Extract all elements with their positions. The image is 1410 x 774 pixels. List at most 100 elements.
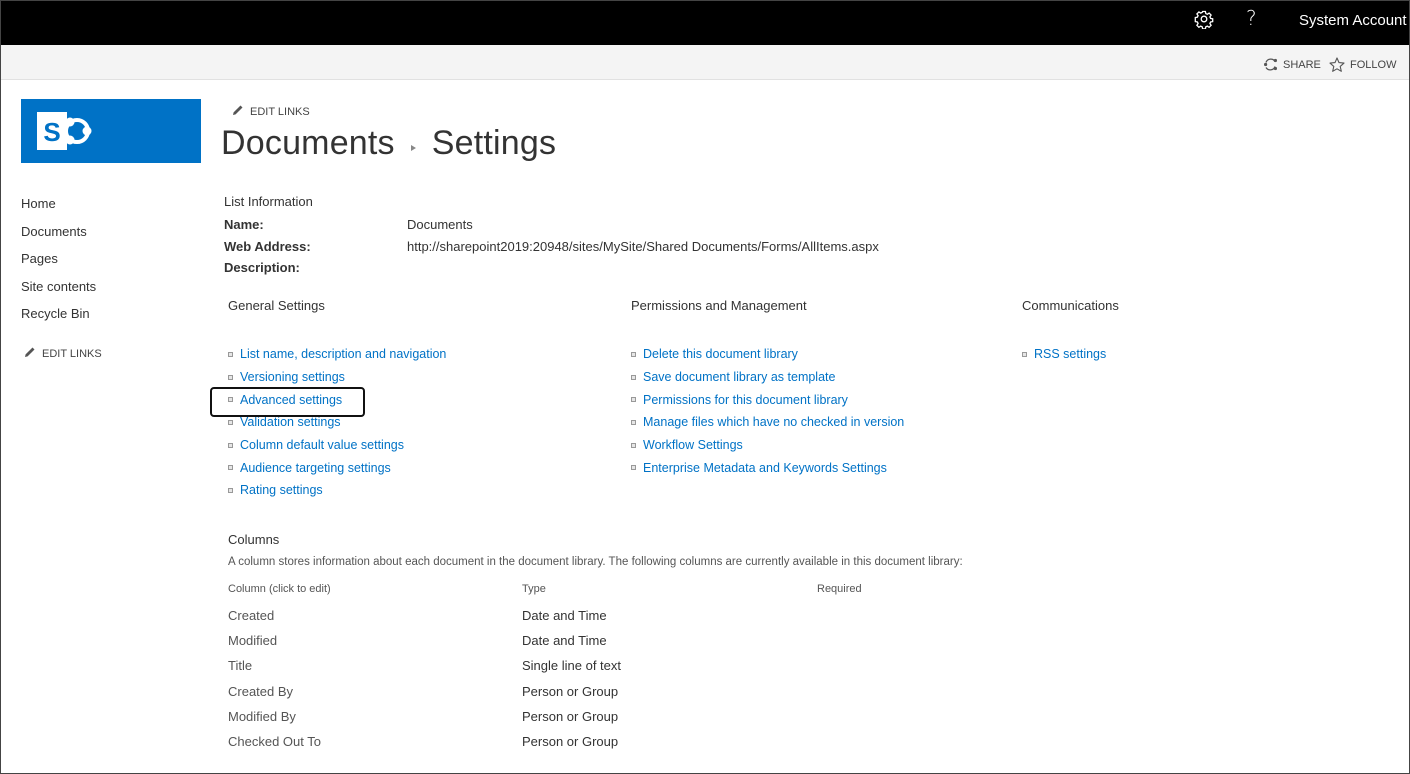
columns-heading: Columns — [228, 532, 280, 547]
web-address-value: http://sharepoint2019:20948/sites/MySite… — [407, 238, 879, 254]
column-name-link[interactable]: Created By — [228, 684, 293, 699]
column-header-required: Required — [817, 583, 862, 595]
link-list-name-description-navigation[interactable]: List name, description and navigation — [240, 347, 446, 361]
columns-description: A column stores information about each d… — [228, 556, 963, 568]
column-name-link[interactable]: Title — [228, 658, 252, 673]
bullet-icon — [1022, 351, 1027, 357]
settings-gear-icon[interactable] — [1194, 9, 1214, 30]
column-name-link[interactable]: Modified — [228, 633, 277, 648]
list-item: Column default value settings — [228, 437, 446, 460]
column-type: Date and Time — [522, 633, 607, 649]
site-logo[interactable]: S — [21, 99, 201, 163]
nav-item-pages[interactable]: Pages — [21, 250, 96, 278]
general-settings-heading: General Settings — [228, 298, 325, 313]
column-type: Date and Time — [522, 608, 607, 623]
quick-launch-nav: Home Documents Pages Site contents Recyc… — [21, 195, 96, 333]
list-item: Save document library as template — [631, 369, 904, 392]
permissions-management-heading: Permissions and Management — [631, 298, 807, 313]
list-item: Manage files which have no checked in ve… — [631, 414, 904, 437]
bullet-icon — [228, 374, 233, 380]
bullet-icon — [228, 487, 233, 493]
table-row: Checked Out To Person or Group — [228, 734, 988, 759]
link-workflow-settings[interactable]: Workflow Settings — [643, 438, 743, 452]
sharepoint-logo-icon: S — [37, 112, 92, 150]
column-header-type: Type — [522, 583, 546, 595]
bullet-icon — [228, 419, 233, 425]
link-rating-settings[interactable]: Rating settings — [240, 483, 323, 497]
list-information-heading: List Information — [224, 194, 313, 209]
link-delete-document-library[interactable]: Delete this document library — [643, 347, 798, 361]
link-audience-targeting-settings[interactable]: Audience targeting settings — [240, 461, 391, 475]
list-item: Permissions for this document library — [631, 391, 904, 414]
bullet-icon — [228, 351, 233, 357]
column-type: Person or Group — [522, 708, 619, 724]
follow-button[interactable]: FOLLOW — [1329, 57, 1396, 72]
bullet-icon — [228, 442, 233, 448]
link-enterprise-metadata-keywords[interactable]: Enterprise Metadata and Keywords Setting… — [643, 461, 887, 475]
breadcrumb-current-page: Settings — [431, 124, 557, 162]
table-row: Created Date and Time — [228, 608, 988, 633]
suite-bar: ? System Account — [0, 0, 1410, 45]
bullet-icon — [631, 465, 636, 471]
column-name-link[interactable]: Modified By — [228, 709, 296, 724]
breadcrumb-library[interactable]: Documents — [221, 124, 395, 163]
bullet-icon — [631, 442, 636, 448]
columns-table: Column (click to edit) Type Required Cre… — [228, 583, 988, 759]
column-name-link[interactable]: Created — [228, 608, 274, 623]
share-icon — [1263, 57, 1278, 72]
nav-item-site-contents[interactable]: Site contents — [21, 278, 96, 306]
list-item: Delete this document library — [631, 346, 904, 369]
share-label: SHARE — [1283, 58, 1321, 71]
nav-item-home[interactable]: Home — [21, 195, 96, 223]
svg-text:S: S — [43, 117, 60, 147]
help-icon[interactable]: ? — [1246, 6, 1257, 30]
link-column-default-value-settings[interactable]: Column default value settings — [240, 438, 404, 452]
nav-item-documents[interactable]: Documents — [21, 223, 96, 251]
columns-table-header: Column (click to edit) Type Required — [228, 583, 988, 608]
bullet-icon — [228, 465, 233, 471]
account-name[interactable]: System Account — [1299, 12, 1407, 29]
link-save-as-template[interactable]: Save document library as template — [643, 370, 835, 384]
info-row-description: Description: — [224, 260, 313, 282]
table-row: Created By Person or Group — [228, 684, 988, 709]
edit-links-label: EDIT LINKS — [250, 105, 310, 118]
name-value: Documents — [407, 217, 473, 232]
link-rss-settings[interactable]: RSS settings — [1034, 347, 1106, 361]
column-type: Single line of text — [522, 658, 622, 674]
edit-links-label: EDIT LINKS — [42, 347, 102, 360]
list-item: Validation settings — [228, 414, 446, 437]
bullet-icon — [631, 419, 636, 425]
edit-links-top[interactable]: EDIT LINKS — [232, 104, 310, 119]
link-manage-unchecked-files[interactable]: Manage files which have no checked in ve… — [643, 415, 904, 429]
list-item: Workflow Settings — [631, 437, 904, 460]
link-permissions[interactable]: Permissions for this document library — [643, 393, 848, 407]
list-information: List Information Name: Documents Web Add… — [224, 194, 879, 282]
nav-item-recycle-bin[interactable]: Recycle Bin — [21, 305, 96, 333]
ribbon-bar: SHARE FOLLOW — [1, 45, 1409, 80]
table-row: Modified By Person or Group — [228, 709, 988, 734]
star-icon — [1329, 57, 1345, 72]
web-address-label: Web Address: — [224, 238, 311, 254]
column-name-link[interactable]: Checked Out To — [228, 734, 321, 749]
follow-label: FOLLOW — [1350, 58, 1397, 71]
edit-links-nav[interactable]: EDIT LINKS — [24, 346, 102, 361]
list-item: List name, description and navigation — [228, 346, 446, 369]
link-versioning-settings[interactable]: Versioning settings — [240, 370, 345, 384]
communications-section: Communications RSS settings — [1022, 298, 1119, 369]
columns-section: Columns A column stores information abou… — [228, 532, 988, 759]
bullet-icon — [631, 397, 636, 403]
share-button[interactable]: SHARE — [1263, 57, 1321, 72]
bullet-icon — [631, 351, 636, 357]
communications-heading: Communications — [1022, 298, 1119, 313]
link-validation-settings[interactable]: Validation settings — [240, 415, 341, 429]
breadcrumb-separator-icon — [410, 144, 416, 151]
column-header-name: Column (click to edit) — [228, 583, 331, 595]
pencil-icon — [232, 104, 244, 119]
permissions-management-section: Permissions and Management Delete this d… — [631, 298, 904, 482]
column-type: Person or Group — [522, 683, 619, 699]
info-row-web-address: Web Address: http://sharepoint2019:20948… — [224, 238, 879, 261]
bullet-icon — [631, 374, 636, 380]
table-row: Title Single line of text — [228, 658, 988, 683]
page-title: Documents Settings — [221, 124, 556, 163]
pencil-icon — [24, 346, 36, 361]
